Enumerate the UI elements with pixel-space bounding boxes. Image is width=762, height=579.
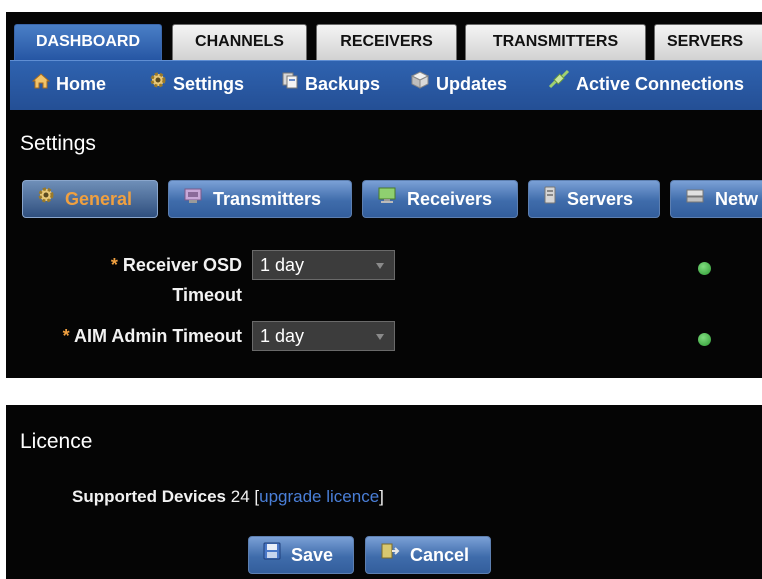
tab-channels[interactable]: CHANNELS	[172, 24, 307, 60]
nav-settings[interactable]: Settings	[149, 61, 244, 110]
receiver-osd-label-line2: Timeout	[172, 285, 242, 305]
aim-admin-timeout-label-text: AIM Admin Timeout	[74, 326, 242, 346]
transmitters-button-label: Transmitters	[213, 189, 322, 209]
nav-settings-label: Settings	[173, 74, 245, 94]
aim-admin-timeout-label: * AIM Admin Timeout	[26, 321, 242, 351]
supported-devices-row: Supported Devices 24 [upgrade licence]	[72, 487, 384, 507]
upgrade-licence-link[interactable]: upgrade licence	[259, 487, 379, 506]
dropdown-arrow-icon	[376, 263, 384, 269]
tab-receivers[interactable]: RECEIVERS	[316, 24, 457, 60]
nav-home[interactable]: Home	[31, 60, 107, 110]
save-icon	[263, 537, 281, 572]
servers-button-label: Servers	[567, 189, 634, 209]
nav-backups[interactable]: Backups	[281, 61, 380, 110]
monitor-icon	[377, 181, 397, 216]
receiver-osd-label-line1: Receiver OSD	[122, 255, 242, 275]
nav-active-connections-label: Active Connections	[576, 74, 745, 94]
sub-navigation: Home Settings Backups Updates Active Con…	[10, 60, 762, 110]
cancel-button-label: Cancel	[410, 545, 470, 565]
transmitters-button[interactable]: Transmitters	[168, 180, 352, 218]
gear-icon	[149, 60, 167, 107]
dropdown-arrow-icon	[376, 334, 384, 340]
receiver-osd-timeout-value: 1 day	[260, 255, 305, 275]
save-button-label: Save	[291, 545, 334, 565]
network-button[interactable]: Netw	[670, 180, 762, 218]
required-marker: *	[110, 255, 118, 275]
cancel-icon	[380, 537, 400, 572]
network-icon	[685, 181, 705, 216]
backup-icon	[281, 60, 299, 107]
transmitter-icon	[183, 181, 203, 216]
top-tab-bar: DASHBOARD CHANNELS RECEIVERS TRANSMITTER…	[6, 12, 762, 60]
nav-updates[interactable]: Updates	[410, 61, 507, 110]
cancel-button[interactable]: Cancel	[365, 536, 491, 574]
servers-button[interactable]: Servers	[528, 180, 660, 218]
connections-icon	[548, 60, 570, 107]
supported-devices-count: 24	[230, 487, 250, 506]
home-icon	[31, 60, 51, 107]
check-ok-icon	[698, 262, 711, 275]
receiver-osd-timeout-select[interactable]: 1 day	[252, 250, 395, 280]
required-marker: *	[62, 326, 70, 346]
general-button-label: General	[65, 189, 133, 209]
updates-icon	[410, 60, 430, 107]
server-icon	[543, 181, 557, 216]
licence-heading: Licence	[20, 430, 93, 453]
tab-transmitters[interactable]: TRANSMITTERS	[465, 24, 646, 60]
receivers-button[interactable]: Receivers	[362, 180, 518, 218]
tab-servers[interactable]: SERVERS	[654, 24, 762, 60]
settings-panel: DASHBOARD CHANNELS RECEIVERS TRANSMITTER…	[6, 12, 762, 378]
gear-icon	[37, 181, 55, 216]
supported-devices-label: Supported Devices	[72, 487, 226, 506]
nav-updates-label: Updates	[436, 74, 508, 94]
check-ok-icon	[698, 333, 711, 346]
general-button[interactable]: General	[22, 180, 158, 218]
save-button[interactable]: Save	[248, 536, 354, 574]
network-button-label: Netw	[715, 189, 759, 209]
nav-home-label: Home	[56, 74, 107, 94]
licence-panel: Licence Supported Devices 24 [upgrade li…	[6, 405, 762, 579]
settings-heading: Settings	[20, 132, 96, 155]
bracket-close: ]	[379, 487, 384, 506]
aim-admin-timeout-select[interactable]: 1 day	[252, 321, 395, 351]
receiver-osd-timeout-label: * Receiver OSD Timeout	[46, 250, 242, 310]
receivers-button-label: Receivers	[407, 189, 493, 209]
tab-dashboard[interactable]: DASHBOARD	[14, 24, 162, 60]
nav-backups-label: Backups	[305, 74, 381, 94]
nav-active-connections[interactable]: Active Connections	[548, 61, 744, 110]
aim-admin-timeout-value: 1 day	[260, 326, 305, 346]
